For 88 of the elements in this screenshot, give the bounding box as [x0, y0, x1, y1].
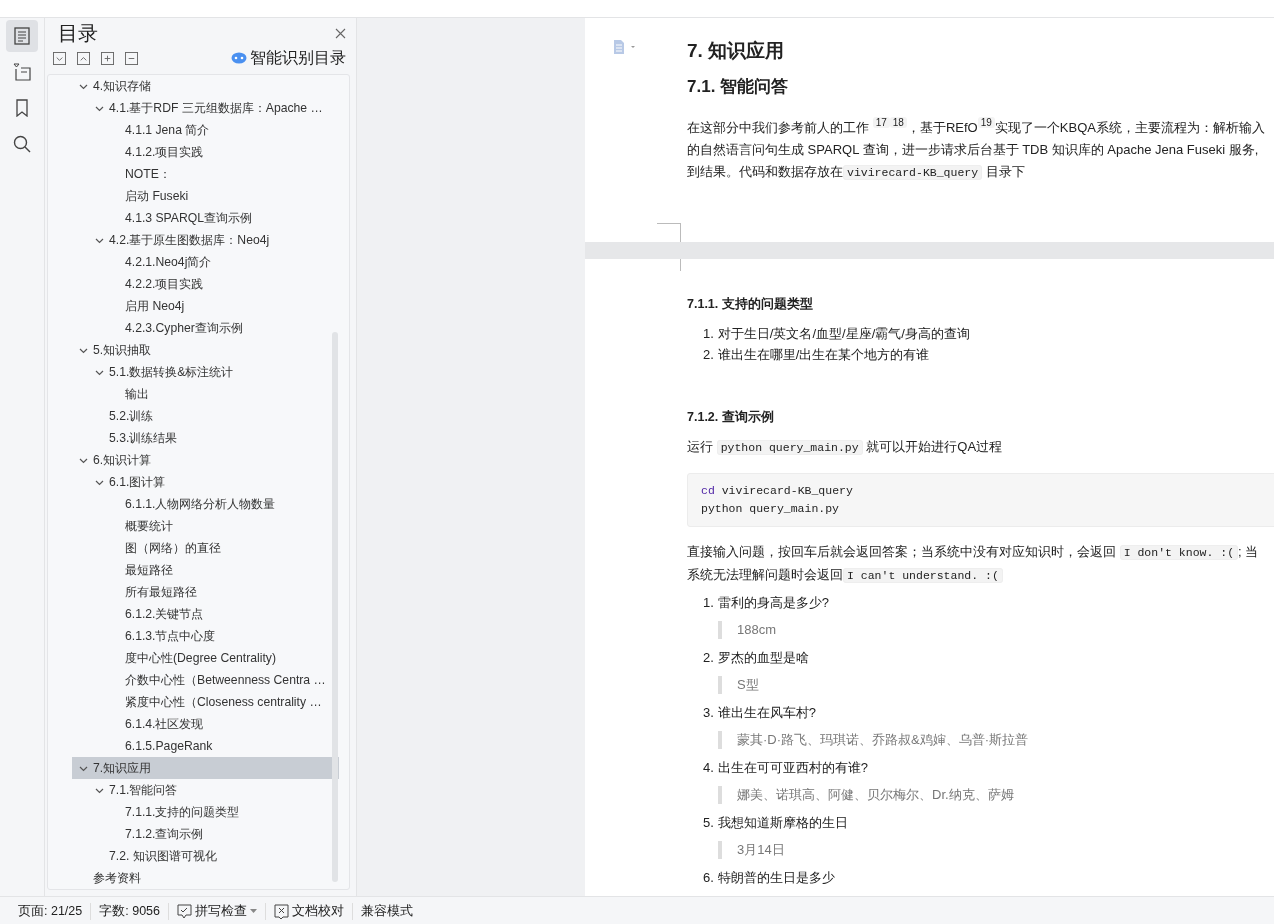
- heading: 7. 知识应用: [687, 39, 786, 63]
- answer-quote: 3月14日: [718, 841, 1274, 859]
- paragraph: 在这部分中我们参考前人的工作 $^{17}$ $^{18}$ ，基于REfO $^{19}$ 实现了一个KBQA系统，主要流程为：解析输入 的自然语言问句生成 SPARQL 查询，进一步请求后台基于 TDB 知识库的 Apache Jena Fuseki 服务, 到结果。代码和数据存放在 vivirecard-KB_query 目录下: [687, 116, 1266, 182]
- toc-item[interactable]: 5.3.训练结果: [72, 427, 355, 449]
- toc-item[interactable]: 4.1.3 SPARQL查询示例: [72, 207, 371, 229]
- toc-item[interactable]: 输出: [72, 383, 371, 405]
- collapse-button[interactable]: [53, 51, 66, 65]
- toc-item[interactable]: 6.知识计算: [72, 449, 339, 471]
- spell-check-button[interactable]: 拼写检查: [177, 902, 257, 920]
- toc-item[interactable]: 4.知识存储: [72, 75, 339, 97]
- expand-button[interactable]: [77, 51, 90, 65]
- toc-item[interactable]: 紧度中心性（Closeness centrality …: [72, 691, 371, 713]
- word-count[interactable]: 字数: 9056: [91, 902, 169, 920]
- page-corner-mark: [657, 222, 681, 242]
- toc-item[interactable]: 7.2. 知识图谱可视化: [72, 845, 355, 867]
- paragraph: 直接输入问题，按回车后就会返回答案；当系统中没有对应知识时，会返回 I don't know. :( ; 当 系统无法理解问题时会返回 I can't understand. :(: [687, 543, 1260, 585]
- toc-item[interactable]: 6.1.3.节点中心度: [72, 625, 371, 647]
- toc-item[interactable]: 5.知识抽取: [72, 339, 339, 361]
- caret-icon: [250, 909, 257, 913]
- list-number: 1.: [703, 594, 714, 612]
- answer-quote: 蒙其·D·路飞、玛琪诺、乔路叔&鸡婶、乌普·斯拉普: [718, 731, 1274, 749]
- toc-item[interactable]: 4.2.基于原生图数据库：Neo4j: [72, 229, 355, 251]
- toc-item[interactable]: 6.1.5.PageRank: [72, 735, 371, 757]
- toc-item[interactable]: 4.2.3.Cypher查询示例: [72, 317, 371, 339]
- list-item: 谁出生在哪里/出生在某个地方的有谁: [717, 346, 930, 364]
- toc-item[interactable]: 所有最短路径: [72, 581, 371, 603]
- list-number: 5.: [703, 814, 714, 832]
- toc-item[interactable]: 6.1.4.社区发现: [72, 713, 371, 735]
- code-block: cd vivirecard-KB_query python query_main.py: [687, 473, 1274, 527]
- list-number: 4.: [703, 759, 714, 777]
- toc-item[interactable]: 4.2.1.Neo4j简介: [72, 251, 371, 273]
- list-number: 2.: [703, 649, 714, 667]
- question: 谁出生在风车村?: [717, 704, 817, 722]
- toc-item[interactable]: NOTE：: [72, 163, 371, 185]
- compat-mode-label: 兼容模式: [360, 902, 414, 920]
- heading: 7.1. 智能问答: [687, 76, 790, 98]
- answer-quote: S型: [718, 676, 1274, 694]
- smart-toc-button[interactable]: 智能识别目录: [231, 47, 346, 69]
- panel-title: 目录: [58, 20, 98, 46]
- toc-item[interactable]: 参考资料: [72, 867, 339, 889]
- list-number: 1.: [703, 325, 714, 343]
- page-count: 页面: 21/25: [10, 902, 92, 920]
- toc-item[interactable]: 概要统计: [72, 515, 371, 537]
- close-icon[interactable]: [335, 27, 346, 39]
- question: 罗杰的血型是啥: [717, 649, 809, 667]
- checkmark-icon: [177, 903, 192, 919]
- question: 出生在可可亚西村的有谁?: [717, 759, 869, 777]
- answer-quote: 娜美、诺琪高、阿健、贝尔梅尔、Dr.纳克、萨姆: [718, 786, 1274, 804]
- list-number: 2.: [703, 346, 714, 364]
- cross-box-icon: [274, 903, 289, 919]
- robot-icon: [231, 52, 247, 64]
- toc-item[interactable]: 7.知识应用: [72, 757, 339, 779]
- toc-item[interactable]: 启动 Fuseki: [72, 185, 371, 207]
- toc-item[interactable]: 图（网络）的直径: [72, 537, 371, 559]
- add-level-button[interactable]: [101, 51, 114, 65]
- toc-item[interactable]: 最短路径: [72, 559, 371, 581]
- scrollbar[interactable]: [332, 332, 338, 882]
- question: 雷利的身高是多少?: [717, 594, 830, 612]
- toc-item[interactable]: 7.1.智能问答: [72, 779, 355, 801]
- toc-item[interactable]: 4.1.基于RDF 三元组数据库：Apache …: [72, 97, 355, 119]
- remove-level-button[interactable]: [125, 51, 138, 65]
- toc-item[interactable]: 7.1.2.查询示例: [72, 823, 371, 845]
- outline-icon: [13, 63, 31, 81]
- answer-quote: 188cm: [718, 621, 1274, 639]
- toc-item[interactable]: 6.1.图计算: [72, 471, 355, 493]
- toc-item[interactable]: 4.2.2.项目实践: [72, 273, 371, 295]
- question: 特朗普的生日是多少: [717, 869, 835, 887]
- toc-item[interactable]: 5.1.数据转换&标注统计: [72, 361, 355, 383]
- toc-item[interactable]: 度中心性(Degree Centrality): [72, 647, 371, 669]
- list-item: 对于生日/英文名/血型/星座/霸气/身高的查询: [717, 325, 970, 343]
- question: 我想知道斯摩格的生日: [717, 814, 848, 832]
- paragraph: 运行 python query_main.py 就可以开始进行QA过程: [687, 438, 1004, 457]
- toc-item[interactable]: 6.1.1.人物网络分析人物数量: [72, 493, 371, 515]
- bookmark-icon: [15, 99, 29, 117]
- heading: 7.1.2. 查询示例: [687, 409, 775, 426]
- document-list-icon: [14, 27, 30, 45]
- toc-item[interactable]: 5.2.训练: [72, 405, 355, 427]
- toc-item[interactable]: 7.1.1.支持的问题类型: [72, 801, 371, 823]
- toc-item[interactable]: 4.1.2.项目实践: [72, 141, 371, 163]
- list-number: 6.: [703, 869, 714, 887]
- list-number: 3.: [703, 704, 714, 722]
- toc-item[interactable]: 介数中心性（Betweenness Centra …: [72, 669, 371, 691]
- search-icon: [13, 135, 31, 153]
- proofread-button[interactable]: 文档校对: [274, 902, 344, 920]
- toc-item[interactable]: 4.1.1 Jena 简介: [72, 119, 371, 141]
- toc-item[interactable]: 6.1.2.关键节点: [72, 603, 371, 625]
- heading: 7.1.1. 支持的问题类型: [687, 296, 814, 313]
- toc-item[interactable]: 启用 Neo4j: [72, 295, 371, 317]
